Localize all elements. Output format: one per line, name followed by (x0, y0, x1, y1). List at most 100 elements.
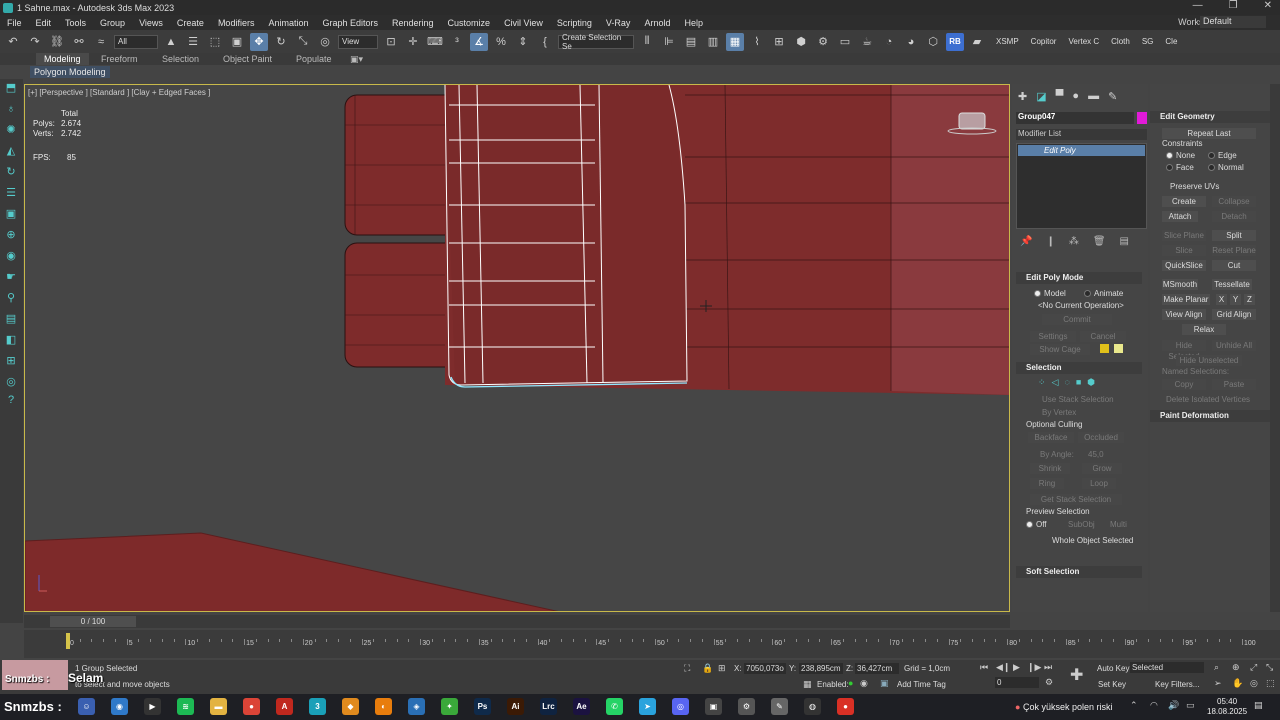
preserve-uvs-checkbox[interactable]: Preserve UVs (1170, 182, 1219, 191)
time-slider-handle[interactable]: 0 / 100 (50, 616, 136, 627)
delete-isolated-checkbox[interactable]: Delete Isolated Vertices (1166, 395, 1250, 404)
edit-poly-mode-header[interactable]: Edit Poly Mode (1016, 272, 1142, 284)
planar-x-button[interactable]: X (1216, 294, 1227, 305)
menu-views[interactable]: Views (132, 18, 170, 28)
hierarchy-icon[interactable]: ⊕ (4, 228, 18, 242)
whatsapp-app-icon[interactable]: ✆ (606, 698, 623, 715)
element-mode-icon[interactable]: ⬢ (1087, 377, 1095, 388)
vertex-mode-icon[interactable]: ⁘ (1038, 377, 1046, 388)
cage-color-swatch[interactable] (1100, 344, 1109, 353)
cancel-button[interactable]: Cancel (1080, 331, 1126, 342)
box-app-icon[interactable]: ◆ (342, 698, 359, 715)
time-slider[interactable]: 0 / 100 (24, 615, 1010, 628)
vray-render-icon[interactable]: ◔ (880, 33, 898, 51)
display-tab-icon[interactable]: ▬ (1088, 90, 1099, 103)
tab-object-paint[interactable]: Object Paint (215, 53, 280, 65)
rotate-view-icon[interactable]: ↻ (4, 165, 18, 179)
key-filters-button[interactable]: Key Filters... (1155, 680, 1199, 689)
detach-button[interactable]: Detach (1212, 211, 1256, 222)
menu-animation[interactable]: Animation (261, 18, 315, 28)
lock-selection-icon[interactable]: 🔒 (702, 663, 713, 674)
object-color-swatch[interactable] (1137, 112, 1147, 124)
frame-icon[interactable]: ◧ (4, 333, 18, 347)
notification-icon[interactable]: ▤ (1254, 700, 1263, 711)
set-key-big-icon[interactable]: ✚ (1070, 665, 1083, 685)
close-button[interactable]: ✕ (1264, 0, 1272, 11)
red-app-icon[interactable]: ● (837, 698, 854, 715)
msmooth-button[interactable]: MSmooth (1162, 279, 1198, 290)
border-mode-icon[interactable]: ◌ (1064, 377, 1069, 388)
tray-chevron-icon[interactable]: ⌃ (1130, 700, 1138, 711)
loop-button[interactable]: Loop (1082, 478, 1116, 489)
discord-app-icon[interactable]: ◎ (672, 698, 689, 715)
menu-file[interactable]: File (0, 18, 29, 28)
configure-sets-icon[interactable]: ▤ (1120, 236, 1129, 247)
play-icon[interactable]: ▶ (1013, 662, 1020, 673)
named-selection-dropdown[interactable]: Create Selection Se (558, 33, 634, 51)
model-radio[interactable]: Model (1034, 289, 1066, 298)
ribbon-toggle-icon[interactable]: ▦ (726, 32, 744, 51)
battery-icon[interactable]: ▭ (1186, 700, 1195, 711)
preview-off-radio[interactable]: Off (1026, 520, 1047, 529)
hierarchy-tab-icon[interactable]: ▀ (1056, 90, 1064, 103)
edit-named-selection-icon[interactable]: { (536, 33, 554, 51)
manipulate-icon[interactable]: ✛ (404, 33, 422, 51)
make-unique-icon[interactable]: ⁂ (1069, 236, 1079, 247)
y-coordinate-field[interactable]: 238,895cm (799, 663, 843, 674)
quickslice-button[interactable]: QuickSlice (1162, 260, 1206, 271)
selection-filter-dropdown[interactable]: All (114, 34, 158, 49)
angle-spinner[interactable]: 45,0 (1088, 450, 1104, 459)
grow-button[interactable]: Grow (1082, 463, 1122, 474)
menu-group[interactable]: Group (93, 18, 132, 28)
panel-icon[interactable]: ▤ (4, 312, 18, 326)
spinner-snap-icon[interactable]: ⇕ (514, 33, 532, 51)
chrome-like-app-icon[interactable]: ◉ (111, 698, 128, 715)
modify-tab-icon[interactable]: ◪ (1036, 90, 1046, 103)
maximize-viewport-icon[interactable]: ⬚ (1266, 678, 1275, 689)
add-time-tag-button[interactable]: Add Time Tag (897, 680, 946, 689)
tab-modeling[interactable]: Modeling (36, 53, 89, 65)
next-frame-icon[interactable]: ❙▶ (1027, 662, 1041, 673)
orbit-icon[interactable]: ◎ (1250, 678, 1258, 689)
auto-key-button[interactable]: Auto Key (1097, 664, 1129, 673)
time-cursor[interactable] (66, 633, 70, 649)
menu-arnold[interactable]: Arnold (637, 18, 677, 28)
3dsmax-app-icon[interactable]: 3 (309, 698, 326, 715)
polygon-modeling-panel[interactable]: Polygon Modeling (30, 66, 110, 78)
copy-button[interactable]: Copy (1162, 379, 1206, 390)
redo-icon[interactable]: ↷ (26, 33, 44, 51)
backface-button[interactable]: Backface (1028, 432, 1074, 443)
polygon-mode-icon[interactable]: ■ (1076, 377, 1081, 388)
photoshop-app-icon[interactable]: Ps (474, 698, 491, 715)
goto-start-icon[interactable]: ⏮ (980, 662, 988, 673)
paste-button[interactable]: Paste (1212, 379, 1256, 390)
help-icon[interactable]: ? (4, 393, 18, 407)
selection-header[interactable]: Selection (1016, 362, 1142, 374)
pin-stack-icon[interactable]: 📌 (1020, 236, 1032, 247)
menu-vray[interactable]: V-Ray (599, 18, 638, 28)
ring-button[interactable]: Ring (1030, 478, 1064, 489)
isolate-icon[interactable]: ⛶ (684, 663, 690, 674)
modifier-list-dropdown[interactable]: Modifier List (1016, 129, 1147, 140)
repeat-last-button[interactable]: Repeat Last (1162, 128, 1256, 139)
field-of-view-icon[interactable]: ➢ (1214, 678, 1222, 689)
menu-modifiers[interactable]: Modifiers (211, 18, 262, 28)
grid-icon[interactable]: ⊞ (4, 354, 18, 368)
light-icon[interactable]: ♁ (4, 102, 18, 116)
media-player-app-icon[interactable]: ▶ (144, 698, 161, 715)
after-effects-app-icon[interactable]: Ae (573, 698, 590, 715)
ribbon-options-icon[interactable]: ▣▾ (342, 53, 371, 65)
preview-subobj-radio[interactable]: SubObj (1068, 520, 1095, 529)
security-app-icon[interactable]: ◈ (408, 698, 425, 715)
by-angle-checkbox[interactable]: By Angle: (1040, 450, 1074, 459)
cage-selected-swatch[interactable] (1114, 344, 1123, 353)
curve-editor-icon[interactable]: ⌇ (748, 33, 766, 51)
tessellate-button[interactable]: Tessellate (1212, 279, 1252, 290)
select-scale-icon[interactable]: ⤡ (294, 33, 312, 51)
pivot-center-icon[interactable]: ⊡ (382, 33, 400, 51)
cloth-button[interactable]: Cloth (1111, 37, 1130, 46)
select-rotate-icon[interactable]: ↻ (272, 33, 290, 51)
scene-explorer-icon[interactable]: ▤ (682, 33, 700, 51)
shape-icon[interactable]: ◭ (4, 144, 18, 158)
schematic-view-icon[interactable]: ⊞ (770, 33, 788, 51)
